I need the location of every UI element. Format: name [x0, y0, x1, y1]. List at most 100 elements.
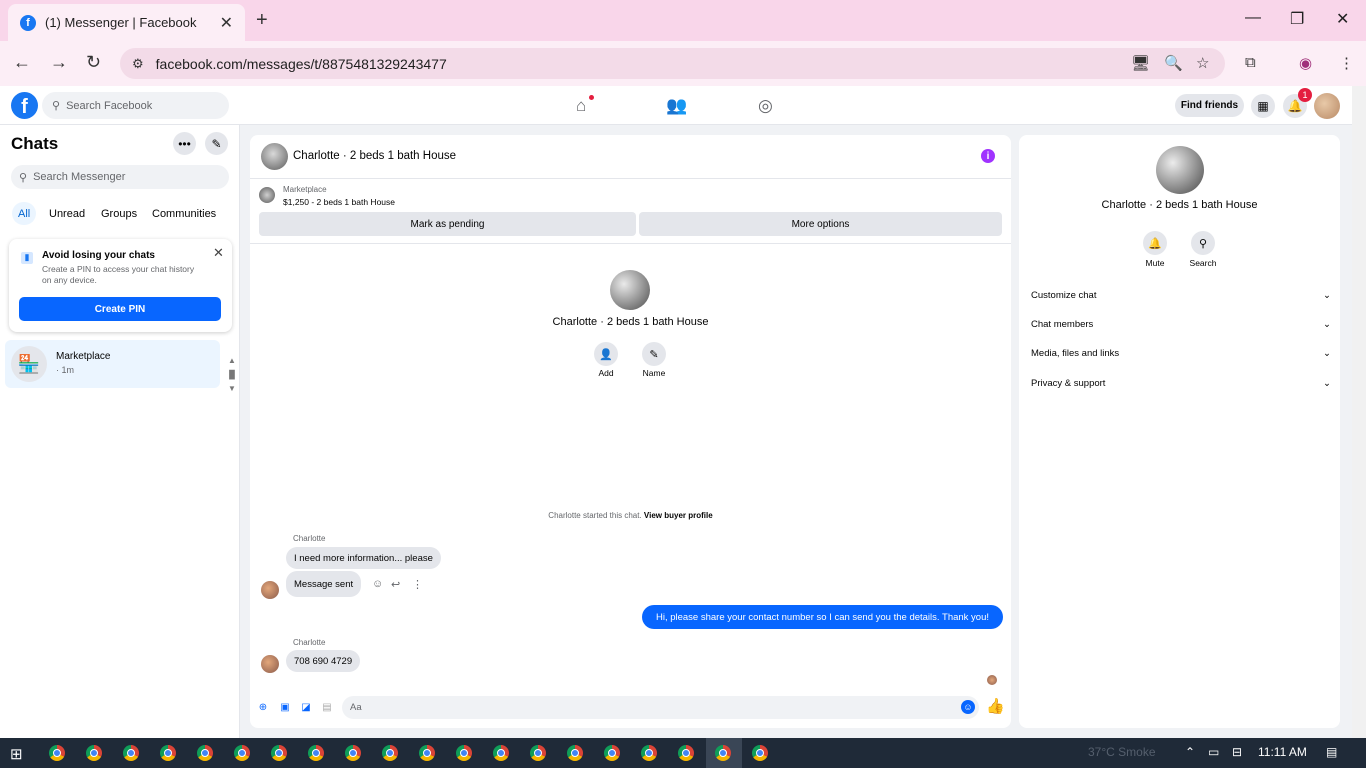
chrome-taskbar-icon[interactable] — [456, 745, 472, 761]
mute-label: Mute — [1145, 258, 1165, 268]
message-input[interactable]: Aa — [342, 696, 979, 719]
chrome-taskbar-icon[interactable] — [345, 745, 361, 761]
chrome-taskbar-icon[interactable] — [308, 745, 324, 761]
browser-tab[interactable]: f (1) Messenger | Facebook ✕ — [8, 4, 245, 41]
tray-chevron-icon[interactable]: ⌃ — [1185, 745, 1195, 759]
image-icon[interactable]: ▣ — [278, 700, 292, 714]
chrome-taskbar-icon[interactable] — [271, 745, 287, 761]
close-window-button[interactable]: ✕ — [1336, 9, 1349, 29]
windows-start-icon[interactable]: ⊞ — [10, 745, 23, 763]
bookmark-star-icon[interactable]: ☆ — [1196, 54, 1209, 72]
chrome-taskbar-icon[interactable] — [641, 745, 657, 761]
network-icon[interactable]: ⊟ — [1232, 745, 1242, 759]
section-privacy-support[interactable]: Privacy & support ⌄ — [1031, 378, 1331, 389]
new-message-icon[interactable]: ✎ — [205, 132, 228, 155]
view-buyer-profile-link[interactable]: View buyer profile — [644, 511, 713, 520]
contact-name: Charlotte · 2 beds 1 bath House — [552, 316, 709, 328]
site-settings-icon[interactable]: ⚙ — [132, 56, 144, 72]
chrome-taskbar-icon[interactable] — [123, 745, 139, 761]
page-scrollbar[interactable] — [1352, 86, 1366, 738]
chrome-taskbar-icon[interactable] — [678, 745, 694, 761]
filter-communities[interactable]: Communities — [146, 202, 222, 225]
reload-button[interactable]: ↻ — [86, 52, 101, 73]
sticker-icon[interactable]: ◪ — [299, 700, 313, 714]
thumbs-up-icon[interactable]: 👍 — [986, 697, 1005, 715]
chats-options-icon[interactable]: ••• — [173, 132, 196, 155]
chrome-taskbar-icon[interactable] — [530, 745, 546, 761]
react-icon[interactable]: ☺ — [372, 578, 383, 590]
pencil-icon[interactable]: ✎ — [642, 342, 666, 366]
section-label: Customize chat — [1031, 290, 1097, 301]
chrome-taskbar-icon[interactable] — [234, 745, 250, 761]
groups-icon[interactable]: ◎ — [758, 96, 773, 116]
messenger-search-input[interactable]: ⚲ Search Messenger — [11, 165, 229, 189]
profile-icon[interactable]: ◉ — [1299, 54, 1312, 72]
address-bar[interactable]: ⚙ facebook.com/messages/t/88754813292434… — [120, 48, 1225, 79]
plus-icon[interactable]: ⊕ — [256, 700, 270, 714]
section-media-files-links[interactable]: Media, files and links ⌄ — [1031, 348, 1331, 359]
account-avatar[interactable] — [1314, 93, 1340, 119]
facebook-search-input[interactable]: ⚲ Search Facebook — [42, 92, 229, 119]
message-bubble[interactable]: 708 690 4729 — [286, 650, 361, 672]
conversation-title[interactable]: Charlotte · 2 beds 1 bath House — [293, 150, 456, 162]
chrome-menu-icon[interactable]: ⋮ — [1339, 54, 1354, 72]
conversation-avatar[interactable] — [261, 143, 288, 170]
filter-all[interactable]: All — [12, 202, 37, 225]
info-icon[interactable]: i — [981, 149, 995, 163]
chrome-taskbar-icon[interactable] — [715, 745, 731, 761]
filter-groups[interactable]: Groups — [95, 202, 143, 225]
listing-thumbnail[interactable] — [259, 187, 275, 203]
more-options-button[interactable]: More options — [639, 212, 1002, 236]
chat-time: · 1m — [56, 365, 74, 375]
chrome-taskbar-icon[interactable] — [382, 745, 398, 761]
notifications-center-icon[interactable]: ▤ — [1326, 745, 1337, 759]
forward-button[interactable]: → — [50, 52, 68, 73]
home-icon[interactable]: ⌂ — [576, 96, 586, 116]
chrome-taskbar-icon[interactable] — [604, 745, 620, 761]
contact-avatar — [610, 270, 650, 310]
gif-icon[interactable]: ▤ — [320, 700, 334, 714]
mark-as-pending-button[interactable]: Mark as pending — [259, 212, 636, 236]
message-bubble[interactable]: Message sent — [286, 571, 362, 597]
new-tab-button[interactable]: + — [256, 9, 268, 32]
listing-price[interactable]: $1,250 - 2 beds 1 bath House — [283, 197, 395, 207]
more-icon[interactable]: ⋮ — [412, 578, 423, 591]
chrome-taskbar-icon[interactable] — [419, 745, 435, 761]
add-person-icon[interactable]: 👤 — [594, 342, 618, 366]
create-pin-button[interactable]: Create PIN — [19, 297, 221, 321]
message-bubble[interactable]: I need more information... please — [286, 547, 441, 569]
chrome-taskbar-icon[interactable] — [752, 745, 768, 761]
find-friends-button[interactable]: Find friends — [1175, 94, 1244, 117]
search-icon[interactable]: ⚲ — [1191, 231, 1215, 255]
filter-unread[interactable]: Unread — [43, 202, 91, 225]
chrome-taskbar-icon[interactable] — [86, 745, 102, 761]
outgoing-message-bubble[interactable]: Hi, please share your contact number so … — [642, 605, 1003, 629]
tab-search-icon[interactable]: ⧉ — [1245, 54, 1256, 71]
chrome-taskbar-icon[interactable] — [493, 745, 509, 761]
section-customize-chat[interactable]: Customize chat ⌄ — [1031, 290, 1331, 301]
battery-icon[interactable]: ▭ — [1208, 745, 1219, 759]
emoji-icon[interactable]: ☺ — [961, 700, 975, 714]
zoom-icon[interactable]: 🔍 — [1164, 54, 1183, 72]
friends-icon[interactable]: 👥 — [666, 96, 687, 116]
section-chat-members[interactable]: Chat members ⌄ — [1031, 319, 1331, 330]
reply-icon[interactable]: ↩ — [391, 578, 400, 591]
chrome-taskbar-icon[interactable] — [160, 745, 176, 761]
restore-button[interactable]: ❐ — [1290, 9, 1304, 29]
weather-widget[interactable]: 37°C Smoke — [1088, 745, 1156, 759]
install-app-icon[interactable]: 🖥 — [1131, 54, 1150, 72]
clock[interactable]: 11:11 AM — [1258, 745, 1307, 759]
minimize-button[interactable]: — — [1245, 9, 1261, 27]
close-tab-icon[interactable]: ✕ — [220, 13, 233, 33]
sidebar-scrollbar[interactable]: ▲ █ ▼ — [227, 354, 237, 396]
menu-grid-icon[interactable]: ▦ — [1251, 94, 1275, 118]
bell-icon[interactable]: 🔔 — [1143, 231, 1167, 255]
facebook-logo-icon[interactable]: f — [11, 92, 38, 119]
chrome-taskbar-icon[interactable] — [567, 745, 583, 761]
chat-list-item[interactable]: 🏪 Marketplace · 1m — [5, 340, 220, 388]
chrome-taskbar-icon[interactable] — [49, 745, 65, 761]
chrome-taskbar-icon[interactable] — [197, 745, 213, 761]
back-button[interactable]: ← — [13, 52, 31, 73]
close-icon[interactable]: ✕ — [213, 245, 224, 261]
marketplace-label: Marketplace — [283, 185, 327, 194]
